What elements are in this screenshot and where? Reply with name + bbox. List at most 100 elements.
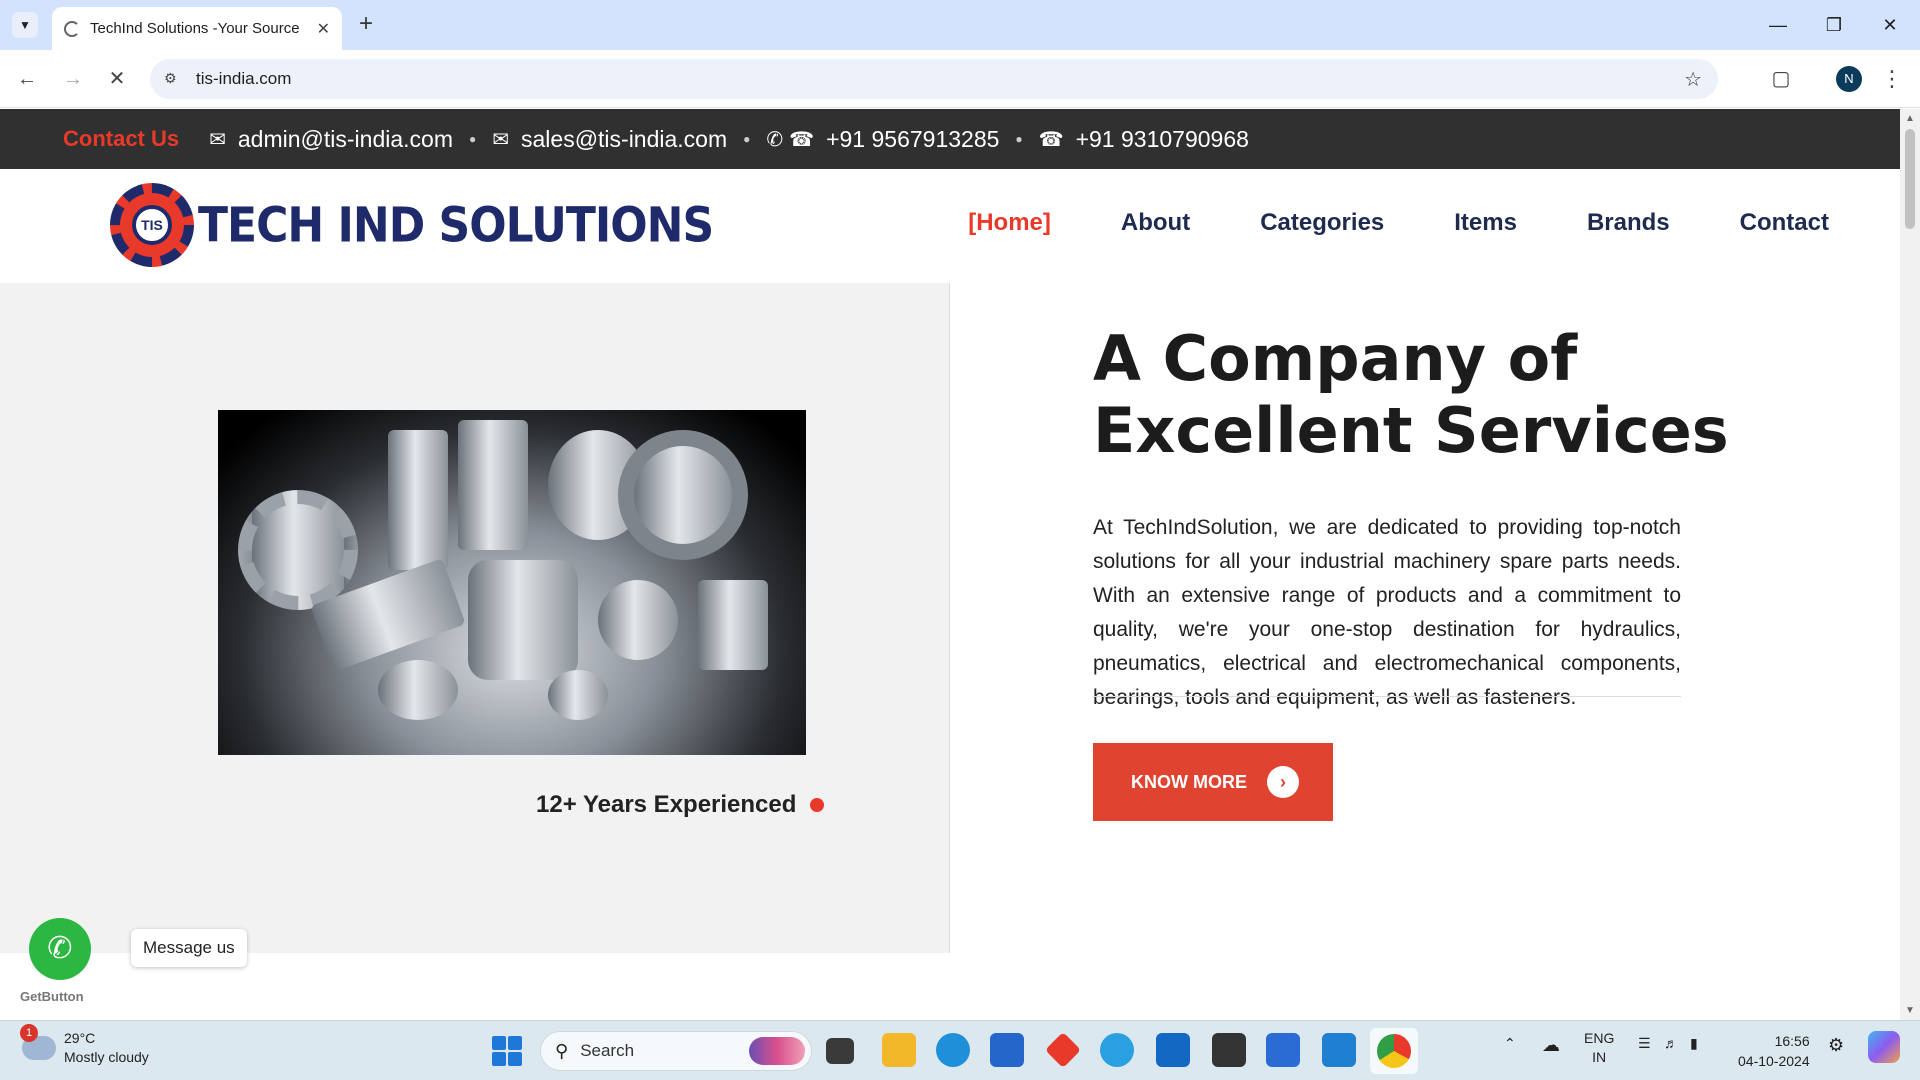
phone-icon: ☎ (789, 128, 815, 151)
hero-title-line1: A Company of (1093, 322, 1578, 395)
browser-tab[interactable]: TechInd Solutions -Your Source ✕ (52, 7, 342, 50)
loading-icon (64, 20, 80, 37)
separator-dot: ● (1015, 132, 1023, 146)
browser-menu-icon[interactable]: ⋮ (1880, 64, 1904, 94)
new-tab-button[interactable]: + (352, 10, 380, 38)
forward-button[interactable]: → (58, 64, 88, 94)
separator-dot: ● (468, 132, 477, 146)
machinery-parts-image (218, 410, 806, 755)
browser-tab-strip: ▼ TechInd Solutions -Your Source ✕ + — ❐… (0, 0, 1920, 50)
task-view-icon[interactable] (826, 1038, 854, 1064)
whatsapp-icon: ✆ (766, 128, 784, 151)
restore-button[interactable]: ❐ (1816, 10, 1852, 40)
app-dark-icon[interactable] (1212, 1033, 1246, 1067)
nav-about[interactable]: About (1121, 209, 1190, 237)
hero-title-line2: Excellent Services (1093, 394, 1729, 467)
page-scrollbar[interactable]: ▲ ▼ (1900, 109, 1920, 1020)
tab-search-button[interactable]: ▼ (12, 12, 38, 38)
scroll-thumb[interactable] (1905, 129, 1915, 229)
bookmark-star-icon[interactable]: ☆ (1684, 67, 1702, 92)
logo-text: TECH IND SOLUTIONS (198, 196, 714, 254)
phone-second[interactable]: ☎ +91 9310790968 (1039, 126, 1249, 153)
years-label: 12+ Years Experienced (536, 791, 797, 818)
divider (1093, 696, 1681, 697)
whatsapp-chat-button[interactable]: ✆ (29, 918, 91, 980)
know-more-label: KNOW MORE (1131, 771, 1247, 792)
onedrive-cloud-icon[interactable]: ☁ (1542, 1035, 1560, 1056)
copilot-icon[interactable] (1868, 1031, 1900, 1063)
address-bar[interactable]: ⚙ tis-india.com ☆ (150, 59, 1718, 99)
envelope-icon: ✉ (492, 128, 509, 151)
clock[interactable]: 16:56 04-10-2024 (1738, 1031, 1810, 1071)
logo-mark: TIS (132, 205, 172, 245)
nav-categories[interactable]: Categories (1260, 209, 1384, 237)
stop-loading-button[interactable]: ✕ (102, 64, 132, 94)
battery-icon[interactable]: ▮ (1690, 1035, 1698, 1052)
chrome-taskbar-button[interactable] (1370, 1028, 1418, 1074)
phone2-text[interactable]: +91 9310790968 (1076, 126, 1249, 153)
minimize-button[interactable]: — (1760, 10, 1796, 40)
nav-brands[interactable]: Brands (1587, 209, 1670, 237)
tab-title: TechInd Solutions -Your Source (90, 20, 300, 37)
gear-logo-icon: TIS (110, 183, 194, 267)
hero-text-panel: A Company of Excellent Services At TechI… (951, 283, 1900, 953)
nav-contact[interactable]: Contact (1740, 209, 1829, 237)
weather-widget[interactable]: 1 29°C Mostly cloudy (20, 1024, 149, 1067)
email-sales[interactable]: ✉ sales@tis-india.com (492, 126, 727, 153)
temperature: 29°C (64, 1030, 96, 1046)
close-tab-icon[interactable]: ✕ (317, 19, 330, 39)
language-indicator[interactable]: ENG IN (1584, 1029, 1614, 1067)
phone1-text[interactable]: +91 9567913285 (826, 126, 999, 153)
site-settings-icon[interactable]: ⚙ (164, 70, 182, 88)
vscode-icon[interactable] (1322, 1033, 1356, 1067)
phone-icon: ☎ (1038, 128, 1064, 151)
hero-image-panel: 12+ Years Experienced (0, 283, 950, 953)
app-blue-icon[interactable] (1100, 1033, 1134, 1067)
getbutton-brand[interactable]: GetButton (20, 989, 84, 1004)
message-us-bubble[interactable]: Message us (131, 929, 247, 967)
url-text[interactable]: tis-india.com (196, 69, 291, 89)
volume-icon[interactable]: ♬ (1664, 1035, 1678, 1051)
know-more-button[interactable]: KNOW MORE › (1093, 743, 1333, 821)
outlook-icon[interactable] (1156, 1033, 1190, 1067)
file-explorer-icon[interactable] (882, 1033, 916, 1067)
language-line1: ENG (1584, 1030, 1615, 1046)
site-logo[interactable]: TIS TECH IND SOLUTIONS (110, 183, 714, 267)
email-admin[interactable]: ✉ admin@tis-india.com (209, 126, 453, 153)
app-diamond-icon[interactable] (1044, 1031, 1082, 1069)
chevron-up-icon[interactable]: ⌃ (1504, 1035, 1516, 1052)
site-header: TIS TECH IND SOLUTIONS [Home] About Cate… (0, 169, 1900, 283)
hero-description: At TechIndSolution, we are dedicated to … (1093, 516, 1681, 709)
scroll-up-icon[interactable]: ▲ (1905, 113, 1915, 124)
profile-avatar[interactable]: N (1836, 66, 1862, 92)
separator-dot: ● (743, 132, 751, 146)
search-label: Search (580, 1041, 635, 1060)
web-page: Contact Us ✉ admin@tis-india.com ● ✉ sal… (0, 109, 1900, 1020)
chrome-icon (1377, 1034, 1411, 1068)
scroll-down-icon[interactable]: ▼ (1905, 1005, 1915, 1016)
nav-items[interactable]: Items (1454, 209, 1517, 237)
search-highlight-image (749, 1037, 805, 1065)
word-icon[interactable] (1266, 1033, 1300, 1067)
date: 04-10-2024 (1738, 1053, 1810, 1069)
back-button[interactable]: ← (12, 64, 42, 94)
notification-gear-icon[interactable]: ⚙ (1828, 1035, 1844, 1056)
email-admin-text[interactable]: admin@tis-india.com (238, 126, 453, 153)
phone-whatsapp[interactable]: ✆ ☎ +91 9567913285 (766, 126, 999, 153)
chevron-down-icon: ▼ (19, 18, 31, 32)
chevron-right-icon: › (1267, 766, 1299, 798)
email-sales-text[interactable]: sales@tis-india.com (521, 126, 727, 153)
start-button[interactable] (492, 1036, 522, 1066)
edge-icon[interactable] (936, 1033, 970, 1067)
nav-home[interactable]: [Home] (968, 209, 1051, 237)
whatsapp-icon: ✆ (47, 932, 73, 965)
extensions-puzzle-icon[interactable]: ▢ (1766, 64, 1796, 94)
language-line2: IN (1592, 1049, 1607, 1065)
time: 16:56 (1774, 1033, 1810, 1049)
red-dot-icon (810, 798, 825, 812)
microsoft-store-icon[interactable] (990, 1033, 1024, 1067)
wifi-icon[interactable]: ☰ (1638, 1035, 1651, 1052)
contact-us-label[interactable]: Contact Us (63, 126, 179, 152)
close-window-button[interactable]: ✕ (1872, 10, 1908, 40)
taskbar-search[interactable]: ⚲ Search (540, 1031, 812, 1071)
